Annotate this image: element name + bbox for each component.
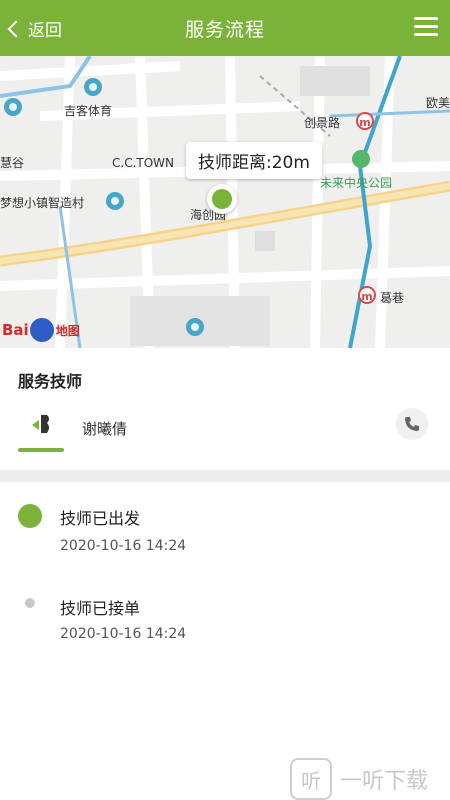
status-dot-active bbox=[18, 504, 42, 528]
call-button[interactable] bbox=[396, 408, 428, 440]
baidu-map-logo: Bai du 地图 bbox=[2, 318, 80, 342]
map-label-ctown: C.C.TOWN bbox=[112, 156, 175, 170]
technician-section-title: 服务技师 bbox=[18, 372, 83, 391]
map-label-dream-town: 梦想小镇智造村 bbox=[0, 196, 85, 210]
map-label-park: 未来中央公园 bbox=[320, 176, 393, 190]
metro-station-icon: m bbox=[358, 286, 376, 304]
poi-sports-icon bbox=[84, 78, 102, 96]
page-title: 服务流程 bbox=[184, 19, 265, 41]
poi-icon bbox=[4, 98, 22, 116]
map-label-gu: 慧谷 bbox=[0, 156, 25, 170]
map-label-ou: 欧美 bbox=[426, 96, 450, 110]
map-label-sports: 吉客体育 bbox=[64, 104, 113, 118]
distance-label: 技师距离:20m bbox=[186, 142, 322, 179]
watermark-text: 一听下载 bbox=[340, 769, 429, 794]
park-icon bbox=[352, 150, 370, 168]
watermark-logo-icon: 听 bbox=[290, 758, 332, 800]
menu-icon[interactable] bbox=[414, 17, 438, 37]
top-navigation-bar: 返回 服务流程 bbox=[0, 0, 450, 56]
technician-map[interactable]: 吉客体育 慧谷 C.C.TOWN 梦想小镇智造村 海创园 创景路 m 欧美 未来… bbox=[0, 56, 450, 348]
metro-station-icon: m bbox=[356, 112, 374, 130]
status-dot-inactive bbox=[25, 598, 35, 608]
technician-avatar bbox=[18, 406, 64, 452]
step-title: 技师已接单 bbox=[60, 599, 141, 618]
step-title: 技师已出发 bbox=[60, 509, 141, 528]
phone-icon bbox=[405, 417, 419, 431]
map-label-chuangjing-road: 创景路 bbox=[304, 116, 341, 130]
section-divider bbox=[0, 470, 450, 482]
step-time: 2020-10-16 14:24 bbox=[60, 538, 187, 554]
step-time: 2020-10-16 14:24 bbox=[60, 626, 187, 642]
technician-location-marker[interactable] bbox=[207, 184, 237, 214]
baidu-paw-icon bbox=[29, 318, 54, 342]
technician-name: 谢曦倩 bbox=[82, 420, 128, 438]
poi-dream-town-icon bbox=[106, 192, 124, 210]
poi-icon bbox=[186, 318, 204, 336]
watermark: 听 一听下载 bbox=[290, 758, 428, 800]
map-label-gehang: 葛巷 bbox=[380, 291, 405, 305]
brand-logo-icon bbox=[32, 415, 49, 433]
